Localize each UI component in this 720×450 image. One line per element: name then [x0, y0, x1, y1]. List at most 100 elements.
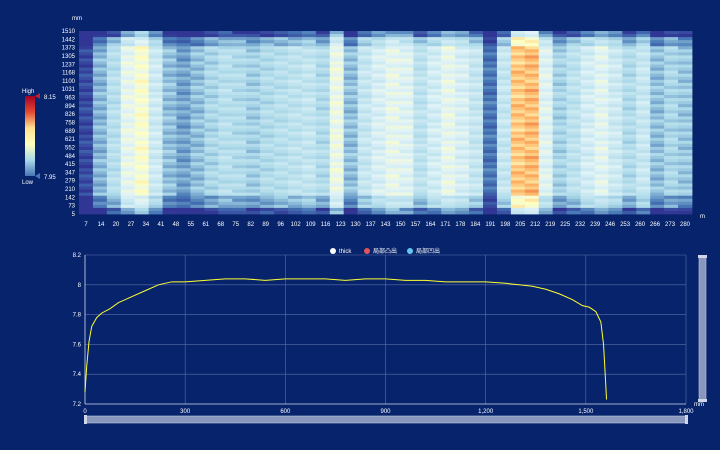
heatmap-cell[interactable] — [524, 198, 540, 203]
heatmap-cell[interactable] — [636, 58, 651, 62]
heatmap-cell[interactable] — [441, 207, 456, 212]
heatmap-cell[interactable] — [594, 201, 609, 206]
heatmap-cell[interactable] — [399, 134, 414, 139]
heatmap-cell[interactable] — [176, 70, 191, 75]
heatmap-cell[interactable] — [427, 146, 442, 151]
heatmap-cell[interactable] — [566, 101, 581, 105]
heatmap-cell[interactable] — [274, 168, 289, 172]
heatmap-cell[interactable] — [566, 183, 581, 187]
heatmap-cell[interactable] — [441, 210, 456, 215]
heatmap-cell[interactable] — [260, 146, 275, 151]
heatmap-cell[interactable] — [204, 107, 219, 111]
heatmap-cell[interactable] — [315, 119, 331, 123]
heatmap-cell[interactable] — [538, 174, 554, 178]
heatmap-cell[interactable] — [496, 37, 512, 41]
heatmap-cell[interactable] — [566, 207, 581, 212]
heatmap-cell[interactable] — [148, 110, 163, 114]
heatmap-cell[interactable] — [608, 82, 623, 87]
heatmap-cell[interactable] — [274, 85, 289, 90]
heatmap-cell[interactable] — [427, 125, 442, 129]
heatmap-cell[interactable] — [678, 113, 693, 117]
heatmap-cell[interactable] — [204, 192, 219, 197]
heatmap-cell[interactable] — [413, 67, 428, 72]
heatmap-cell[interactable] — [524, 143, 540, 148]
heatmap-cell[interactable] — [469, 52, 484, 56]
heatmap-cell[interactable] — [329, 70, 345, 75]
heatmap-cell[interactable] — [79, 85, 94, 90]
heatmap-cell[interactable] — [441, 92, 456, 96]
heatmap-cell[interactable] — [441, 58, 456, 62]
heatmap-cell[interactable] — [413, 207, 428, 212]
heatmap-cell[interactable] — [566, 43, 581, 47]
heatmap-cell[interactable] — [246, 156, 261, 160]
heatmap-cell[interactable] — [162, 64, 177, 68]
heatmap-cell[interactable] — [315, 107, 331, 111]
heatmap-cell[interactable] — [148, 177, 163, 181]
heatmap-cell[interactable] — [483, 107, 498, 111]
heatmap-cell[interactable] — [162, 98, 177, 102]
heatmap-cell[interactable] — [566, 143, 581, 148]
heatmap-cell[interactable] — [218, 210, 233, 215]
heatmap-cell[interactable] — [301, 40, 317, 44]
heatmap-cell[interactable] — [176, 207, 191, 212]
heatmap-cell[interactable] — [274, 40, 289, 44]
heatmap-cell[interactable] — [636, 70, 651, 75]
heatmap-cell[interactable] — [260, 134, 275, 139]
heatmap-cell[interactable] — [274, 131, 289, 136]
y-data-zoom-handle-bottom[interactable] — [698, 399, 707, 402]
heatmap-cell[interactable] — [496, 131, 512, 136]
heatmap-cells[interactable] — [79, 31, 693, 215]
heatmap-cell[interactable] — [329, 183, 345, 187]
heatmap-cell[interactable] — [650, 73, 665, 78]
heatmap-cell[interactable] — [204, 174, 219, 178]
x-data-zoom-handle-left[interactable] — [84, 415, 87, 424]
heatmap-cell[interactable] — [218, 37, 233, 41]
heatmap-cell[interactable] — [469, 98, 484, 102]
heatmap-cell[interactable] — [496, 34, 512, 38]
heatmap-cell[interactable] — [538, 204, 554, 209]
heatmap-cell[interactable] — [566, 153, 581, 157]
heatmap-cell[interactable] — [204, 61, 219, 65]
heatmap-cell[interactable] — [92, 140, 108, 145]
heatmap-cell[interactable] — [538, 131, 554, 136]
heatmap-cell[interactable] — [385, 61, 400, 65]
heatmap-cell[interactable] — [162, 95, 177, 99]
heatmap-cell[interactable] — [260, 156, 275, 160]
heatmap-cell[interactable] — [357, 43, 372, 47]
heatmap-cell[interactable] — [134, 137, 150, 142]
heatmap-cell[interactable] — [120, 174, 136, 178]
heatmap-cell[interactable] — [246, 116, 261, 120]
heatmap-cell[interactable] — [469, 171, 484, 175]
heatmap-cell[interactable] — [343, 207, 359, 212]
heatmap-cell[interactable] — [496, 79, 512, 84]
heatmap-cell[interactable] — [79, 198, 94, 203]
heatmap-cell[interactable] — [274, 128, 289, 133]
heatmap-cell[interactable] — [106, 125, 122, 129]
heatmap-cell[interactable] — [441, 171, 456, 175]
heatmap-cell[interactable] — [552, 58, 568, 62]
heatmap-cell[interactable] — [329, 31, 345, 35]
heatmap-cell[interactable] — [274, 61, 289, 65]
heatmap-cell[interactable] — [176, 104, 191, 108]
heatmap-cell[interactable] — [650, 46, 665, 50]
heatmap-cell[interactable] — [524, 95, 540, 99]
heatmap-cell[interactable] — [385, 131, 400, 136]
heatmap-cell[interactable] — [246, 98, 261, 102]
heatmap-cell[interactable] — [79, 107, 94, 111]
heatmap-cell[interactable] — [176, 192, 191, 197]
heatmap-cell[interactable] — [580, 131, 595, 136]
heatmap-cell[interactable] — [371, 165, 386, 169]
heatmap-cell[interactable] — [594, 79, 609, 84]
heatmap-cell[interactable] — [134, 70, 150, 75]
heatmap-cell[interactable] — [232, 31, 247, 35]
heatmap-cell[interactable] — [190, 174, 205, 178]
heatmap-cell[interactable] — [190, 70, 205, 75]
heatmap-cell[interactable] — [385, 204, 400, 209]
heatmap-cell[interactable] — [622, 79, 637, 84]
heatmap-cell[interactable] — [260, 34, 275, 38]
heatmap-cell[interactable] — [552, 79, 568, 84]
heatmap-cell[interactable] — [496, 64, 512, 68]
heatmap-cell[interactable] — [469, 116, 484, 120]
heatmap-cell[interactable] — [399, 76, 414, 81]
heatmap-cell[interactable] — [622, 43, 637, 47]
